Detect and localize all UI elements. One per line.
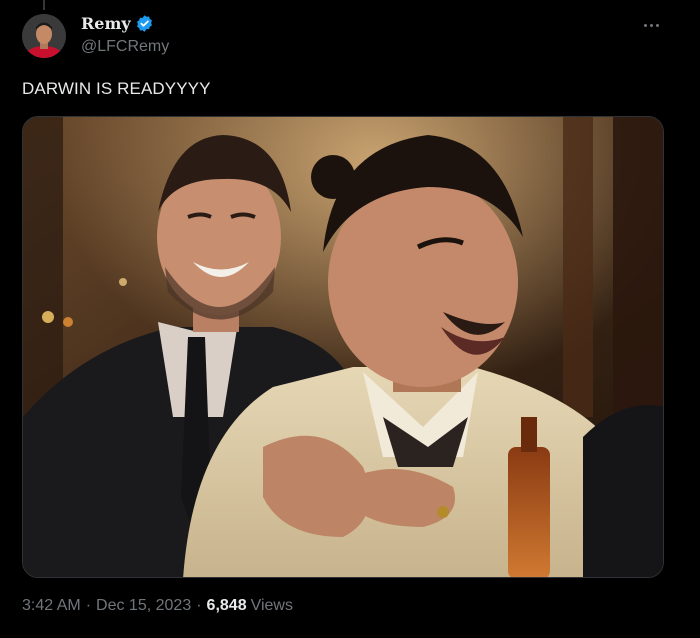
author-handle[interactable]: @LFCRemy [81,38,169,56]
author-name-row: Remy [81,14,154,33]
author-display-name[interactable]: Remy [81,14,131,33]
avatar-image [22,14,66,58]
meta-separator: · [85,597,92,614]
verified-badge-icon [135,14,154,33]
avatar[interactable] [22,14,66,58]
more-options-icon[interactable] [638,16,664,34]
views-label: Views [250,597,293,614]
tweet-date[interactable]: Dec 15, 2023 [96,597,191,615]
tweet-text: DARWIN IS READYYYY [22,79,211,98]
views-count[interactable]: 6,848 [207,597,247,615]
meta-separator: · [196,597,202,614]
tweet-meta: 3:42 AM · Dec 15, 2023 · 6,848 Views [22,597,293,615]
tweet-time[interactable]: 3:42 AM [22,597,81,615]
thread-connector-line [43,0,45,10]
tweet-media-image[interactable] [22,116,664,578]
